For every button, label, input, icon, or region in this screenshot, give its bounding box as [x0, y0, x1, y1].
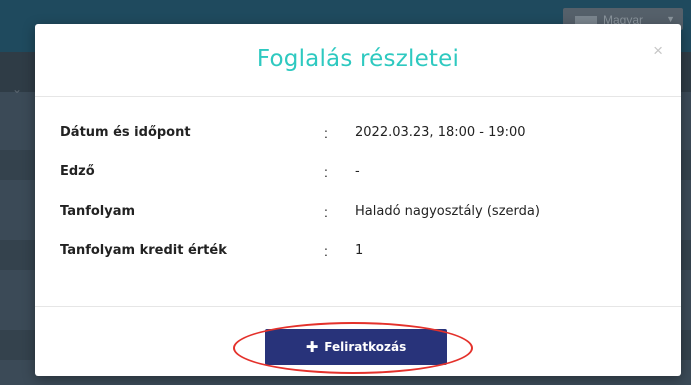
close-icon[interactable]: × — [653, 42, 663, 59]
detail-label: Tanfolyam kredit érték — [60, 243, 227, 258]
detail-value: 2022.03.23, 18:00 - 19:00 — [355, 125, 526, 140]
detail-label: Dátum és időpont — [60, 125, 191, 140]
plus-icon: ✚ — [305, 338, 319, 356]
detail-label: Tanfolyam — [60, 204, 136, 219]
detail-row-credit: Tanfolyam kredit érték : 1 — [35, 243, 681, 265]
detail-separator: : — [324, 243, 328, 259]
detail-row-course: Tanfolyam : Haladó nagyosztály (szerda) — [35, 204, 681, 226]
flag-icon — [575, 15, 597, 24]
detail-value: 1 — [355, 243, 364, 258]
modal-header: Foglalás részletei × — [35, 24, 681, 97]
booking-details-modal: Foglalás részletei × Dátum és időpont : … — [35, 24, 681, 376]
detail-separator: : — [324, 125, 328, 141]
subscribe-button[interactable]: ✚ Feliratkozás — [265, 329, 447, 365]
detail-label: Edző — [60, 164, 95, 179]
detail-row-datetime: Dátum és időpont : 2022.03.23, 18:00 - 1… — [35, 125, 681, 147]
modal-footer: ✚ Feliratkozás — [35, 306, 681, 377]
chevron-down-icon: ⌄ — [12, 82, 23, 96]
detail-row-trainer: Edző : - — [35, 164, 681, 186]
detail-value: Haladó nagyosztály (szerda) — [355, 204, 540, 219]
detail-separator: : — [324, 164, 328, 180]
modal-title: Foglalás részletei — [256, 46, 460, 72]
subscribe-button-label: Feliratkozás — [324, 340, 407, 354]
detail-separator: : — [324, 204, 328, 220]
detail-value: - — [355, 164, 360, 179]
